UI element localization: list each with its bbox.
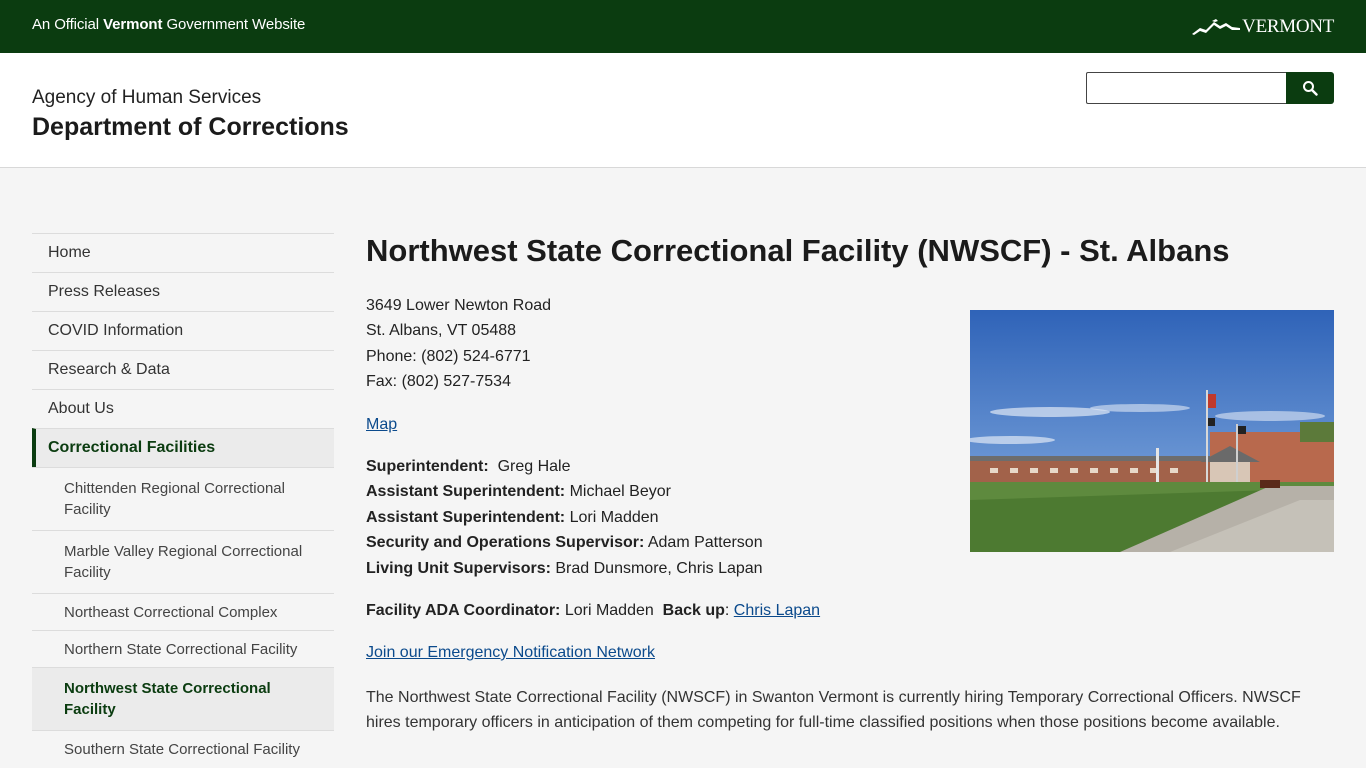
sidebar-item-covid-information[interactable]: COVID Information [32, 311, 334, 350]
sidebar-item-home[interactable]: Home [32, 233, 334, 272]
phone-number: Phone: (802) 524-6771 [366, 348, 531, 365]
staff-name: Michael Beyor [565, 483, 671, 500]
staff-assistant-superintendent-2: Assistant Superintendent: Lori Madden [366, 509, 659, 527]
search-icon [1303, 81, 1318, 96]
address-line-1: 3649 Lower Newton Road [366, 297, 552, 314]
page-title: Northwest State Correctional Facility (N… [366, 233, 1230, 268]
mountain-logo-icon [1192, 19, 1241, 35]
backup-label: Back up [662, 602, 725, 619]
staff-name: Greg Hale [488, 458, 571, 475]
staff-security-supervisor: Security and Operations Supervisor: Adam… [366, 534, 763, 552]
sidebar-subitem-marble-valley[interactable]: Marble Valley Regional Correctional Faci… [32, 530, 334, 593]
sidebar-subitem-northern-state[interactable]: Northern State Correctional Facility [32, 630, 334, 667]
official-suffix: Government Website [162, 16, 306, 33]
hiring-paragraph: The Northwest State Correctional Facilit… [366, 689, 1301, 731]
sidebar-nav: Home Press Releases COVID Information Re… [32, 233, 334, 767]
official-website-text: An Official Vermont Government Website [32, 16, 305, 33]
backup-contact-link[interactable]: Chris Lapan [734, 602, 820, 619]
emergency-notification-link[interactable]: Join our Emergency Notification Network [366, 644, 655, 661]
sidebar-subitem-southern-state[interactable]: Southern State Correctional Facility [32, 730, 334, 767]
facility-photo [970, 310, 1334, 552]
sidebar-subitem-northeast[interactable]: Northeast Correctional Complex [32, 593, 334, 630]
department-name[interactable]: Department of Corrections [32, 113, 349, 142]
sidebar-item-correctional-facilities[interactable]: Correctional Facilities [32, 428, 334, 467]
site-header: Agency of Human Services Department of C… [0, 53, 1366, 168]
staff-name: Adam Patterson [644, 534, 763, 551]
map-link[interactable]: Map [366, 416, 397, 433]
vermont-logo-text: VERMONT [1242, 16, 1334, 37]
sidebar-item-about-us[interactable]: About Us [32, 389, 334, 428]
staff-role: Assistant Superintendent: [366, 483, 566, 500]
staff-name: Lori Madden [565, 509, 659, 526]
vermont-logo[interactable]: VERMONT [1192, 14, 1334, 40]
staff-role: Security and Operations Supervisor: [366, 534, 645, 551]
search-button[interactable] [1286, 72, 1334, 104]
sidebar-item-press-releases[interactable]: Press Releases [32, 272, 334, 311]
ada-coordinator: Facility ADA Coordinator: Lori Madden Ba… [366, 602, 820, 620]
ada-label: Facility ADA Coordinator: [366, 602, 561, 619]
sidebar-subitem-chittenden[interactable]: Chittenden Regional Correctional Facilit… [32, 467, 334, 530]
sidebar-subitem-northwest-state[interactable]: Northwest State Correctional Facility [32, 667, 334, 730]
staff-assistant-superintendent-1: Assistant Superintendent: Michael Beyor [366, 483, 671, 501]
agency-name[interactable]: Agency of Human Services [32, 87, 261, 109]
staff-superintendent: Superintendent: Greg Hale [366, 458, 570, 476]
staff-role: Assistant Superintendent: [366, 509, 566, 526]
official-prefix: An Official [32, 16, 104, 33]
official-state: Vermont [103, 16, 163, 33]
fax-number: Fax: (802) 527-7534 [366, 373, 511, 390]
staff-role: Living Unit Supervisors: [366, 560, 551, 577]
staff-living-unit-supervisors: Living Unit Supervisors: Brad Dunsmore, … [366, 560, 763, 578]
staff-name: Brad Dunsmore, Chris Lapan [550, 560, 763, 577]
sidebar-item-research-data[interactable]: Research & Data [32, 350, 334, 389]
search-form [1086, 72, 1334, 104]
backup-separator: : [724, 602, 734, 619]
address-line-2: St. Albans, VT 05488 [366, 322, 517, 339]
official-banner: An Official Vermont Government Website V… [0, 0, 1366, 53]
staff-role: Superintendent: [366, 458, 489, 475]
ada-name: Lori Madden [560, 602, 663, 619]
search-input[interactable] [1086, 72, 1286, 104]
